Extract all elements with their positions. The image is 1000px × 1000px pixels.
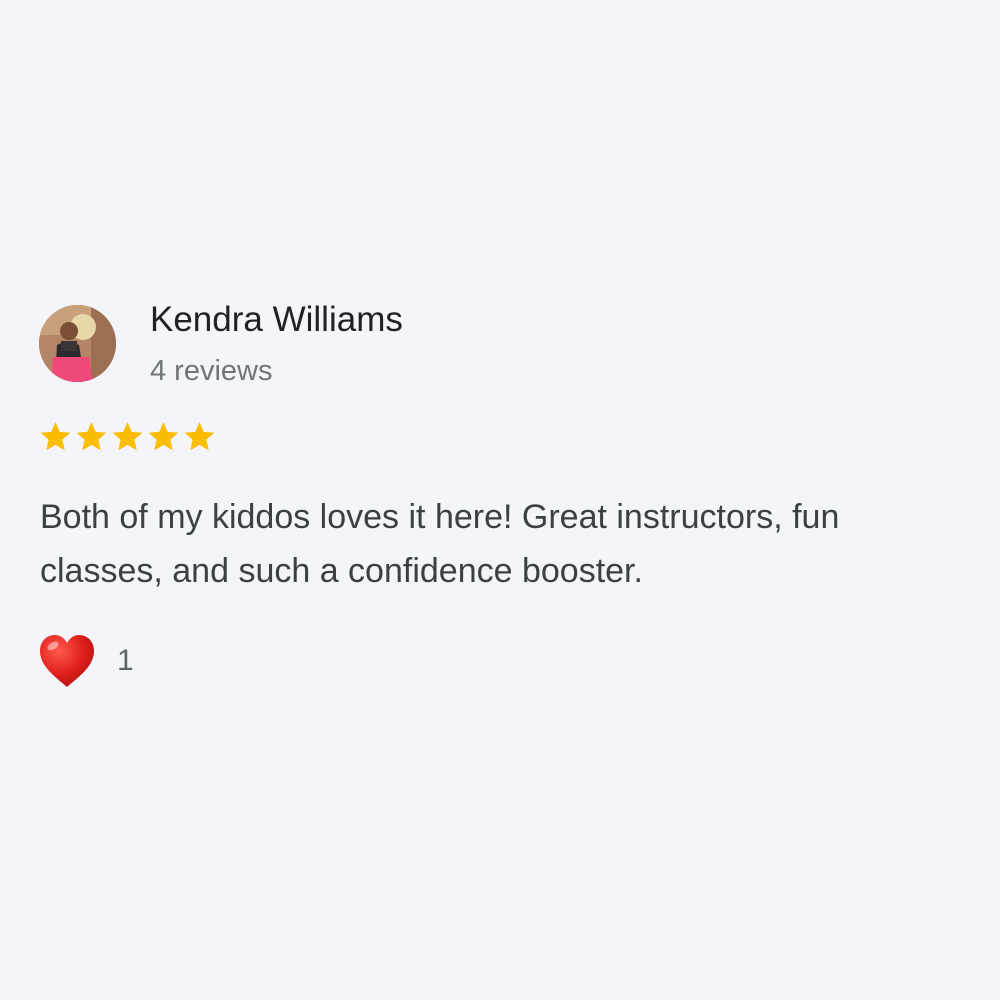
star-icon (112, 421, 143, 450)
heart-reaction-button[interactable]: 1 (37, 631, 134, 691)
star-icon (148, 421, 179, 450)
reviewer-name[interactable]: Kendra Williams (150, 298, 403, 342)
heart-icon (40, 635, 94, 687)
star-icon (184, 421, 215, 450)
star-rating (39, 418, 216, 454)
star-icon (40, 421, 71, 450)
review-count: 4 reviews (150, 355, 273, 387)
reaction-count: 1 (117, 644, 134, 677)
reviewer-avatar[interactable] (39, 305, 116, 382)
star-icon (76, 421, 107, 450)
review-text: Both of my kiddos loves it here! Great i… (40, 498, 840, 590)
review-card: Kendra Williams 4 reviews Both of my kid… (0, 0, 1000, 1000)
